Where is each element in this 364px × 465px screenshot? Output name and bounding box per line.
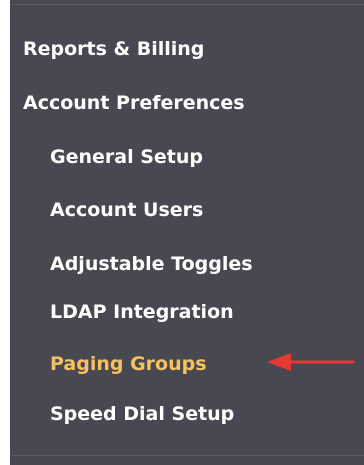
menu-item-account-users[interactable]: Account Users: [50, 198, 203, 222]
top-divider: [10, 4, 364, 5]
bottom-divider: [10, 455, 364, 456]
menu-item-adjustable-toggles[interactable]: Adjustable Toggles: [50, 252, 253, 276]
sidebar-panel: Reports & Billing Account Preferences Ge…: [10, 0, 364, 465]
menu-item-account-preferences[interactable]: Account Preferences: [23, 91, 245, 115]
menu-item-ldap-integration[interactable]: LDAP Integration: [50, 300, 234, 324]
menu-item-reports-billing[interactable]: Reports & Billing: [23, 37, 204, 61]
menu-item-general-setup[interactable]: General Setup: [50, 145, 203, 169]
menu-item-paging-groups[interactable]: Paging Groups: [50, 352, 207, 376]
screenshot-frame: Reports & Billing Account Preferences Ge…: [0, 0, 364, 465]
menu-item-speed-dial-setup[interactable]: Speed Dial Setup: [50, 402, 234, 426]
arrow-left-icon: [267, 353, 355, 371]
